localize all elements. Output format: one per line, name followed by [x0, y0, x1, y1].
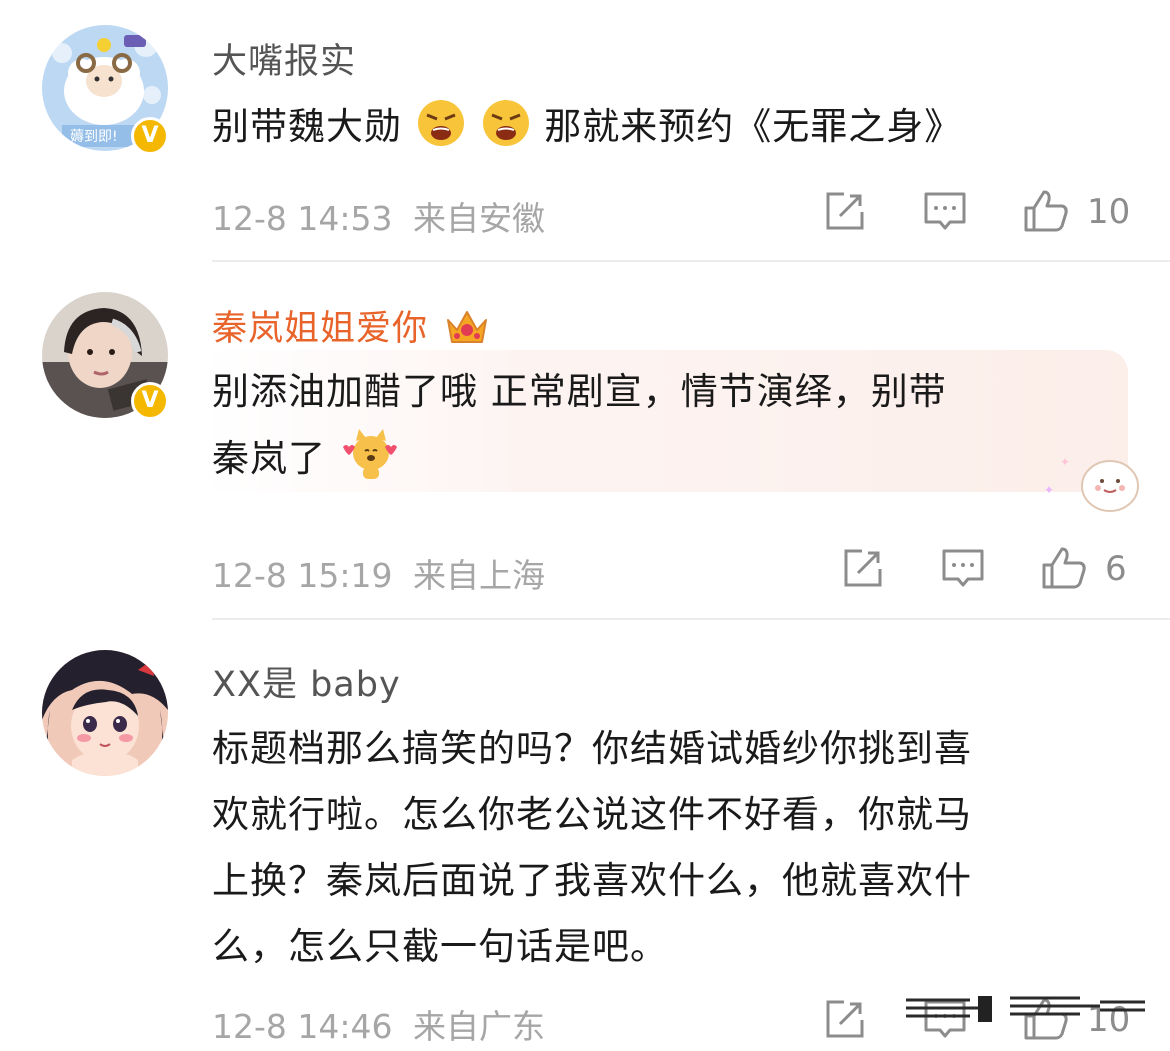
comment-text-line: 么，怎么只截一句话是吧。 [212, 925, 668, 968]
comment-text-line: 标题档那么搞笑的吗？你结婚试婚纱你挑到喜 [212, 727, 972, 770]
repost-icon[interactable] [822, 998, 866, 1042]
location: 来自广东 [413, 1007, 545, 1046]
comment-text-line: 欢就行啦。怎么你老公说这件不好看，你就马 [212, 793, 972, 836]
timestamp: 12-8 14:46 [212, 1007, 393, 1046]
comment-meta: 12-8 14:46 来自广东 [212, 1000, 545, 1048]
watermark-overlay [906, 996, 1145, 1022]
comment-text-line: 上换？秦岚后面说了我喜欢什么，他就喜欢什 [212, 859, 972, 902]
comment-item: XX是 baby 标题档那么搞笑的吗？你结婚试婚纱你挑到喜 欢就行啦。怎么你老公… [0, 0, 1170, 1051]
username[interactable]: XX是 baby [212, 656, 401, 707]
avatar[interactable] [42, 650, 168, 776]
comment-text: 标题档那么搞笑的吗？你结婚试婚纱你挑到喜 欢就行啦。怎么你老公说这件不好看，你就… [212, 716, 972, 980]
